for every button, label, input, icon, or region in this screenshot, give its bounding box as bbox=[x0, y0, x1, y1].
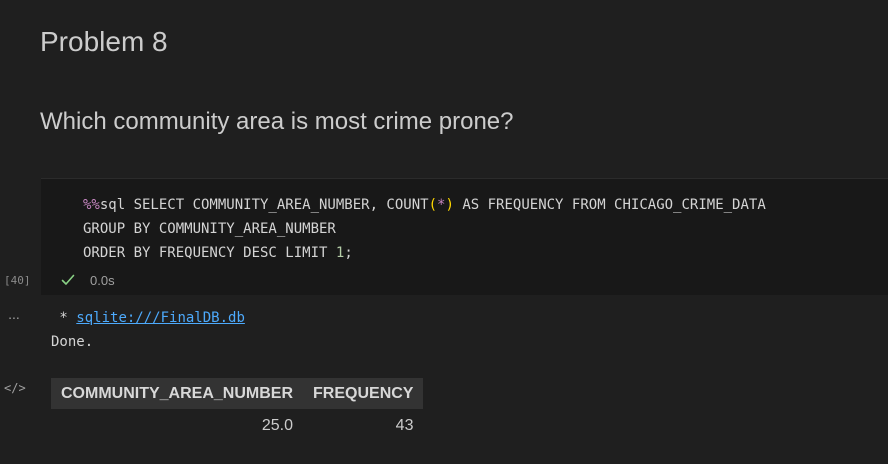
code-line-1: sql SELECT COMMUNITY_AREA_NUMBER, COUNT bbox=[99, 197, 429, 213]
output-more-actions-icon[interactable]: ... bbox=[4, 306, 24, 322]
markdown-cell[interactable]: Problem 8 Which community area is most c… bbox=[0, 0, 888, 178]
done-text: Done. bbox=[51, 334, 94, 350]
cell-frequency: 43 bbox=[395, 417, 414, 434]
execution-count: [40] bbox=[4, 274, 31, 287]
execution-status: 0.0s bbox=[60, 270, 115, 290]
code-line-3: ORDER BY FREQUENCY DESC LIMIT bbox=[83, 245, 336, 261]
code-output-icon[interactable]: </> bbox=[4, 380, 26, 396]
problem-heading: Problem 8 bbox=[40, 26, 168, 57]
sql-magic: %% bbox=[83, 197, 100, 213]
column-header-frequency: FREQUENCY bbox=[303, 378, 424, 409]
execution-duration: 0.0s bbox=[90, 272, 115, 288]
code-line-1-tail: AS FREQUENCY FROM CHICAGO_CRIME_DATA bbox=[453, 197, 766, 213]
code-line-2: GROUP BY COMMUNITY_AREA_NUMBER bbox=[83, 221, 336, 237]
check-icon bbox=[60, 272, 76, 288]
connection-line: * sqlite:///FinalDB.db bbox=[51, 308, 245, 328]
code-line-3-tail: ; bbox=[344, 245, 353, 261]
paren-close: ) bbox=[445, 197, 454, 213]
column-header-community-area-number: COMMUNITY_AREA_NUMBER bbox=[51, 378, 304, 409]
code-editor[interactable]: %%sql SELECT COMMUNITY_AREA_NUMBER, COUN… bbox=[83, 193, 766, 265]
code-cell[interactable]: %%sql SELECT COMMUNITY_AREA_NUMBER, COUN… bbox=[41, 178, 888, 295]
paren-open: ( bbox=[428, 197, 438, 213]
notebook-page: Problem 8 Which community area is most c… bbox=[0, 0, 888, 464]
question-text: Which community area is most crime prone… bbox=[40, 108, 514, 135]
cell-community-area-number: 25.0 bbox=[261, 417, 294, 434]
table-row: 25.0 43 bbox=[51, 409, 423, 443]
db-prefix: * bbox=[51, 310, 77, 326]
table-header-row: COMMUNITY_AREA_NUMBER FREQUENCY bbox=[51, 378, 424, 409]
database-link[interactable]: sqlite:///FinalDB.db bbox=[76, 310, 245, 326]
result-table: COMMUNITY_AREA_NUMBER FREQUENCY 25.0 43 bbox=[51, 378, 424, 443]
